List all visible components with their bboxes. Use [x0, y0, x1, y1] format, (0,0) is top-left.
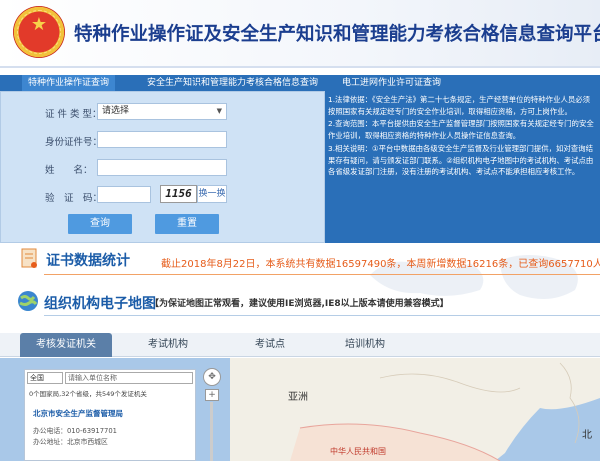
notice-item: 3.相关说明：①平台中数据由各级安全生产监督及行业管理部门提供，如对查询结果存有… — [328, 143, 594, 177]
captcha-image[interactable]: 1156 — [160, 185, 197, 203]
cert-type-select[interactable]: 请选择 ▼ — [97, 103, 227, 120]
zoom-slider-track[interactable] — [210, 402, 213, 461]
tab-exam-site[interactable]: 考试点 — [230, 333, 310, 357]
certificate-icon — [21, 248, 37, 268]
captcha-input[interactable] — [97, 186, 151, 203]
query-tab-bar: 特种作业操作证查询 安全生产知识和管理能力考核合格信息查询 电工进网作业许可证查… — [0, 75, 600, 91]
notice-item: 1.法律依据：《安全生产法》第二十七条规定，生产经营单位的特种作业人员必须按照国… — [328, 95, 591, 116]
stats-summary: 截止2018年8月22日，本系统共有数据16597490条，本周新增数据1621… — [161, 259, 600, 270]
reset-button[interactable]: 重置 — [155, 214, 219, 234]
cert-type-value: 请选择 — [102, 106, 130, 116]
stats-title: 证书数据统计 — [46, 253, 130, 269]
org-result-phone: 办公电话：010-63917701 — [33, 427, 118, 435]
chevron-down-icon: ▼ — [216, 107, 222, 115]
map-tab-bar: 考核发证机关 考试机构 考试点 培训机构 — [0, 333, 600, 357]
tab-exam-institution[interactable]: 考试机构 — [128, 333, 208, 357]
legal-notice-panel: 1.法律依据：《安全生产法》第二十七条规定，生产经营单位的特种作业人员必须按照国… — [325, 91, 600, 243]
header-divider — [0, 66, 600, 68]
site-title: 特种作业操作证及安全生产知识和管理能力考核合格信息查询平台 — [74, 24, 600, 45]
globe-icon — [18, 291, 38, 311]
id-number-label: 身份证件号： — [45, 137, 103, 148]
tab-safety-knowledge-qualification[interactable]: 安全生产知识和管理能力考核合格信息查询 — [147, 75, 318, 91]
map-label-north: 北 — [582, 430, 592, 441]
tab-issuing-authority[interactable]: 考核发证机关 — [20, 333, 112, 357]
stats-divider — [44, 274, 600, 275]
cert-type-label: 证 件 类 型： — [45, 109, 102, 120]
query-button[interactable]: 查询 — [68, 214, 132, 234]
region-select[interactable]: 全国 — [27, 372, 63, 384]
map-label-asia: 亚洲 — [288, 392, 308, 403]
org-search-input[interactable]: 请输入单位名称 — [65, 372, 193, 384]
name-input[interactable] — [97, 159, 227, 176]
org-result-name[interactable]: 北京市安全生产监督管理局 — [33, 408, 123, 419]
map-heading: 组织机构电子地图 — [16, 289, 156, 315]
captcha-label: 验 证 码： — [45, 193, 103, 204]
org-result-address: 办公地址：北京市西城区 — [33, 438, 108, 446]
tab-electrician-license[interactable]: 电工进网作业许可证查询 — [342, 75, 441, 91]
map-title: 组织机构电子地图 — [44, 296, 156, 312]
id-number-input[interactable] — [97, 131, 227, 148]
org-count-summary: 0个国家局,32个省级，共549个发证机关 — [29, 390, 147, 398]
tab-special-operation-cert[interactable]: 特种作业操作证查询 — [22, 75, 116, 91]
captcha-refresh-button[interactable]: 换一换 — [197, 185, 227, 203]
map-divider — [44, 315, 600, 316]
zoom-in-button[interactable]: + — [205, 389, 219, 401]
site-header: ★ 特种作业操作证及安全生产知识和管理能力考核合格信息查询平台 — [0, 0, 600, 66]
tab-training-institution[interactable]: 培训机构 — [325, 333, 405, 357]
org-search-panel: 全国 请输入单位名称 0个国家局,32个省级，共549个发证机关 北京市安全生产… — [24, 369, 196, 461]
browser-compat-note: 【为保证地图正常观看，建议使用IE浏览器,IE8以上版本请使用兼容模式】 — [150, 299, 449, 309]
map-label-china: 中华人民共和国 — [330, 447, 386, 456]
notice-item: 2.查询范围：本平台提供由安全生产监督管理部门按照国家有关规定经专门的安全作业培… — [328, 119, 594, 141]
stats-heading: 证书数据统计 — [16, 245, 130, 271]
name-label: 姓 名： — [45, 165, 93, 176]
pan-control-icon[interactable]: ✥ — [203, 368, 221, 386]
work-safety-emblem-icon: ★ — [13, 6, 65, 58]
